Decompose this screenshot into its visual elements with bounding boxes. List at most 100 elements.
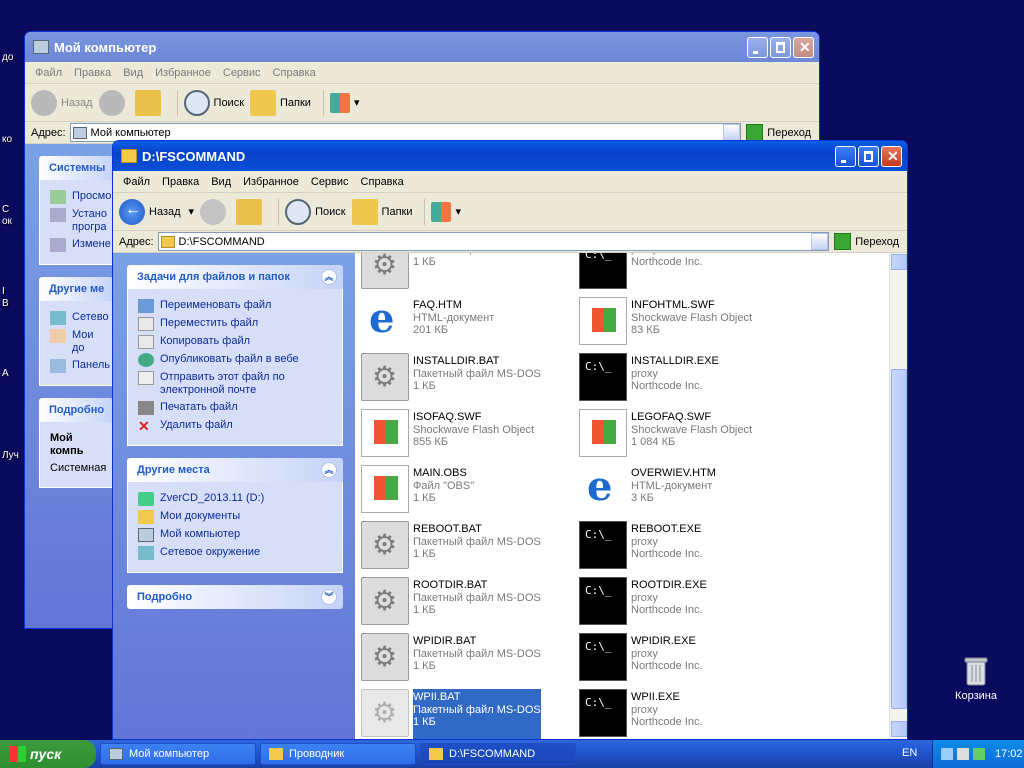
taskbar-button-my-computer[interactable]: Мой компьютер xyxy=(100,743,256,765)
up-button[interactable] xyxy=(236,198,266,225)
folders-button[interactable]: Папки xyxy=(250,89,311,116)
go-button[interactable]: Переход xyxy=(746,124,811,141)
task-email[interactable]: Отправить этот файл по электронной почте xyxy=(138,371,334,397)
panel-header-details[interactable]: Подробно ︾ xyxy=(127,585,343,609)
task-item[interactable]: Просмо xyxy=(50,190,111,204)
collapse-chevron-icon[interactable]: ︽ xyxy=(321,462,337,478)
scroll-down-button[interactable] xyxy=(891,721,907,737)
file-item[interactable]: REBOOT.EXEproxyNorthcode Inc. xyxy=(579,521,789,573)
panel-header-places[interactable]: Другие места ︽ xyxy=(127,458,343,482)
file-item[interactable]: FAQ.HTMHTML-документ201 КБ xyxy=(361,295,571,349)
collapse-chevron-icon[interactable]: ︽ xyxy=(321,269,337,285)
scroll-up-button[interactable] xyxy=(891,254,907,270)
file-item[interactable]: OVERWIEV.HTMHTML-документ3 КБ xyxy=(579,463,789,517)
vertical-scrollbar[interactable] xyxy=(889,253,907,739)
minimize-button[interactable] xyxy=(835,145,856,167)
language-indicator[interactable]: EN xyxy=(902,747,917,759)
minimize-button[interactable] xyxy=(747,36,768,58)
file-item[interactable]: INSTALLDIR.BATПакетный файл MS-DOS1 КБ xyxy=(361,353,571,405)
panel-header[interactable]: Системны xyxy=(39,156,113,180)
place-item[interactable]: Мои до xyxy=(50,329,104,355)
search-button[interactable]: Поиск xyxy=(285,198,346,225)
close-button[interactable]: ✕ xyxy=(881,145,902,167)
maximize-button[interactable] xyxy=(858,145,879,167)
taskbar-button-fscommand[interactable]: D:\FSCOMMAND xyxy=(420,743,576,765)
up-button[interactable] xyxy=(134,89,165,116)
menu-file[interactable]: Файл xyxy=(117,176,156,188)
file-item[interactable]: proxyNorthcode Inc. xyxy=(579,253,789,293)
address-dropdown-button[interactable] xyxy=(723,124,741,141)
start-button[interactable]: пуск xyxy=(0,740,96,768)
address-dropdown-button[interactable] xyxy=(811,233,829,250)
file-list[interactable]: Пакетный файл MS-DOS1 КБproxyNorthcode I… xyxy=(355,253,889,739)
file-item[interactable]: Пакетный файл MS-DOS1 КБ xyxy=(361,253,571,293)
file-item[interactable]: ISOFAQ.SWF Shockwave Flash Object 855 КБ xyxy=(361,409,571,461)
clock[interactable]: 17:02 xyxy=(995,748,1023,760)
back-button[interactable]: Назад xyxy=(31,89,93,116)
menu-tools[interactable]: Сервис xyxy=(305,176,355,188)
security-tray-icon[interactable] xyxy=(973,748,985,760)
menu-favorites[interactable]: Избранное xyxy=(237,176,305,188)
file-item[interactable]: WPIDIR.BATПакетный файл MS-DOS1 КБ xyxy=(361,633,571,685)
folders-button[interactable]: Папки xyxy=(351,198,412,225)
menu-file[interactable]: Файл xyxy=(29,67,68,79)
views-button[interactable]: ▾ xyxy=(329,92,359,113)
title-bar[interactable]: D:\FSCOMMAND ✕ xyxy=(113,141,907,171)
file-item[interactable]: MAIN.OBS Файл "OBS" 1 КБ xyxy=(361,465,571,517)
forward-button[interactable] xyxy=(98,89,129,116)
task-publish[interactable]: Опубликовать файл в вебе xyxy=(138,353,334,367)
taskbar-button-explorer[interactable]: Проводник xyxy=(260,743,416,765)
place-network[interactable]: Сетевое окружение xyxy=(138,546,334,560)
place-my-computer[interactable]: Мой компьютер xyxy=(138,528,334,542)
file-item[interactable]: INFOHTML.SWF Shockwave Flash Object 83 КБ xyxy=(579,297,789,349)
menu-tools[interactable]: Сервис xyxy=(217,67,267,79)
file-item[interactable]: INSTALLDIR.EXEproxyNorthcode Inc. xyxy=(579,353,789,405)
file-item[interactable]: WPII.BATПакетный файл MS-DOS1 КБ xyxy=(361,689,571,739)
address-field[interactable]: D:\FSCOMMAND xyxy=(157,232,830,251)
scroll-thumb[interactable] xyxy=(891,369,907,709)
place-drive-d[interactable]: ZverCD_2013.11 (D:) xyxy=(138,492,334,506)
task-delete[interactable]: ✕ Удалить файл xyxy=(138,419,334,433)
forward-button[interactable] xyxy=(200,198,230,225)
place-my-documents[interactable]: Мои документы xyxy=(138,510,334,524)
views-button[interactable]: ▾ xyxy=(431,201,461,222)
back-dropdown-icon[interactable]: ▾ xyxy=(189,205,195,218)
move-icon xyxy=(138,317,154,331)
window-fscommand[interactable]: D:\FSCOMMAND ✕ Файл Правка Вид Избранное… xyxy=(112,140,908,740)
menu-view[interactable]: Вид xyxy=(205,176,237,188)
task-item[interactable]: Измене xyxy=(50,238,111,252)
file-item[interactable]: REBOOT.BATПакетный файл MS-DOS1 КБ xyxy=(361,521,571,573)
task-item[interactable]: Устано програ xyxy=(50,208,107,234)
volume-icon[interactable] xyxy=(957,748,969,760)
close-button[interactable]: ✕ xyxy=(793,36,814,58)
task-rename[interactable]: Переименовать файл xyxy=(138,299,334,313)
menu-view[interactable]: Вид xyxy=(117,67,149,79)
menu-edit[interactable]: Правка xyxy=(156,176,205,188)
menu-edit[interactable]: Правка xyxy=(68,67,117,79)
go-button[interactable]: Переход xyxy=(834,233,899,250)
expand-chevron-icon[interactable]: ︾ xyxy=(321,589,337,605)
maximize-button[interactable] xyxy=(770,36,791,58)
task-copy[interactable]: Копировать файл xyxy=(138,335,334,349)
task-move[interactable]: Переместить файл xyxy=(138,317,334,331)
panel-header[interactable]: Другие ме xyxy=(39,277,113,301)
menu-help[interactable]: Справка xyxy=(267,67,322,79)
title-bar[interactable]: Мой компьютер ✕ xyxy=(25,32,819,62)
search-button[interactable]: Поиск xyxy=(183,89,244,116)
file-item[interactable]: ROOTDIR.EXEproxyNorthcode Inc. xyxy=(579,577,789,629)
panel-header[interactable]: Подробно xyxy=(39,398,113,422)
task-print[interactable]: Печатать файл xyxy=(138,401,334,415)
network-tray-icon[interactable] xyxy=(941,748,953,760)
place-item[interactable]: Панель xyxy=(50,359,110,373)
menu-help[interactable]: Справка xyxy=(355,176,410,188)
file-item[interactable]: LEGOFAQ.SWF Shockwave Flash Object 1 084 К… xyxy=(579,409,789,461)
menu-favorites[interactable]: Избранное xyxy=(149,67,217,79)
place-item[interactable]: Сетево xyxy=(50,311,109,325)
file-item[interactable]: WPII.EXEproxyNorthcode Inc. xyxy=(579,689,789,739)
back-button[interactable]: ← Назад ▾ xyxy=(119,198,195,225)
file-item[interactable]: WPIDIR.EXEproxyNorthcode Inc. xyxy=(579,633,789,685)
windows-file-icon xyxy=(579,409,627,457)
file-item[interactable]: ROOTDIR.BATПакетный файл MS-DOS1 КБ xyxy=(361,577,571,629)
recycle-bin[interactable]: Корзина xyxy=(948,656,1004,702)
panel-header-tasks[interactable]: Задачи для файлов и папок ︽ xyxy=(127,265,343,289)
